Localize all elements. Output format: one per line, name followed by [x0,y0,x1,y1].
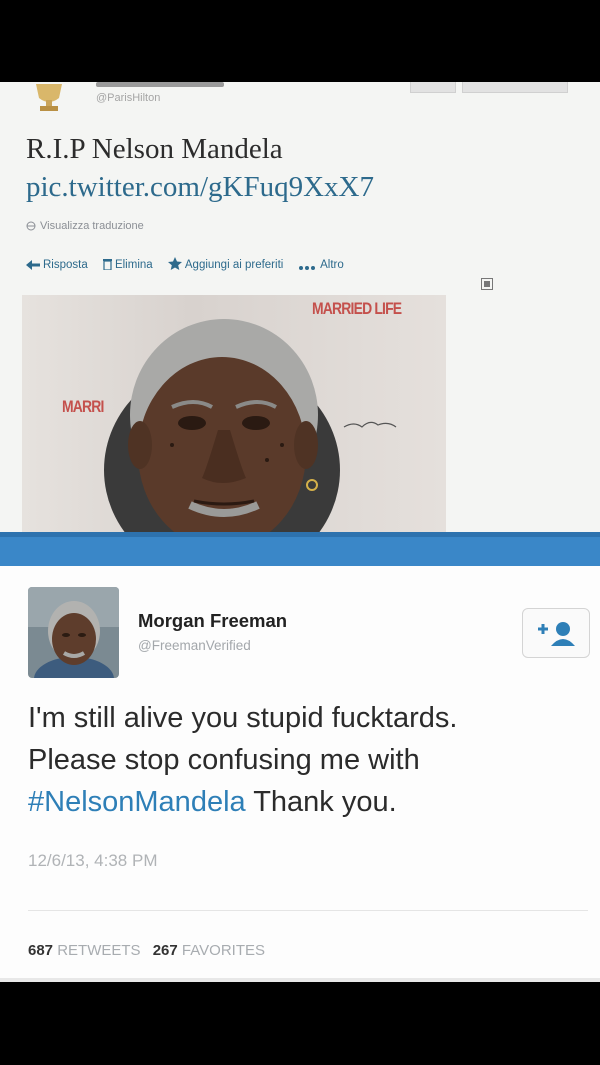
tweet-body-line: #NelsonMandela Thank you. [28,781,588,823]
tweet-timestamp: 12/6/13, 4:38 PM [28,851,158,870]
follow-button[interactable] [522,608,590,658]
translate-label: Visualizza traduzione [40,220,144,232]
retweets-count: 687 [28,942,54,959]
divider [28,910,588,911]
header-button[interactable] [462,82,568,93]
tweet-actions: Risposta Elimina Aggiungi ai preferiti A… [26,257,356,271]
favorites-count: 267 [152,942,178,959]
app-header-separator [0,532,600,566]
trophy-avatar-icon[interactable] [28,82,70,114]
display-name[interactable]: Morgan Freeman [138,610,287,632]
paris-hilton-tweet: @ParisHilton R.I.P Nelson Mandela pic.tw… [0,82,600,535]
user-handle[interactable]: @FreemanVerified [138,638,251,653]
portrait-illustration [104,319,397,535]
tweet-body-line: I'm still alive you stupid fucktards. [28,702,458,734]
tweet-stats: 687 RETWEETS 267 FAVORITES [28,942,265,959]
expand-icon[interactable] [481,278,493,290]
trash-icon [102,259,112,271]
reply-icon [26,260,40,270]
more-button[interactable]: Altro [298,259,344,271]
reply-label: Risposta [43,259,88,271]
translate-link[interactable]: Visualizza traduzione [26,220,144,232]
header-button[interactable] [410,82,456,93]
globe-icon [26,221,36,231]
favorites-label: FAVORITES [181,942,265,959]
delete-button[interactable]: Elimina [102,259,156,271]
retweets-stat[interactable]: 687 RETWEETS [28,942,141,959]
favorite-label: Aggiungi ai preferiti [184,259,284,271]
tweet-pic-link[interactable]: pic.twitter.com/gKFuq9XxX7 [26,168,374,206]
separator-line [0,532,600,537]
tweet-body-line: Please stop confusing me with [28,744,420,776]
tweet-photo[interactable]: MARRIED LIFE MARRI [22,295,446,535]
display-name-cropped [96,82,224,87]
morgan-freeman-tweet: Morgan Freeman @FreemanVerified I'm stil… [0,566,600,982]
user-handle[interactable]: @ParisHilton [96,92,160,104]
favorites-stat[interactable]: 267 FAVORITES [153,942,265,959]
add-user-icon [538,622,575,646]
hashtag-link[interactable]: #NelsonMandela [28,786,246,818]
delete-label: Elimina [114,259,153,271]
tweet-text: R.I.P Nelson Mandela pic.twitter.com/gKF… [26,130,374,206]
tweet-body-text: Thank you. [245,786,397,818]
more-label: Altro [320,259,344,271]
star-icon [167,257,182,270]
avatar[interactable] [28,587,119,678]
tweet-text-line: R.I.P Nelson Mandela [26,133,283,165]
more-dots-icon [298,266,315,270]
tweet-body: I'm still alive you stupid fucktards. Pl… [28,697,588,823]
bottom-edge [0,978,600,982]
favorite-button[interactable]: Aggiungi ai preferiti [167,257,287,271]
retweets-label: RETWEETS [57,942,141,959]
reply-button[interactable]: Risposta [26,259,91,271]
